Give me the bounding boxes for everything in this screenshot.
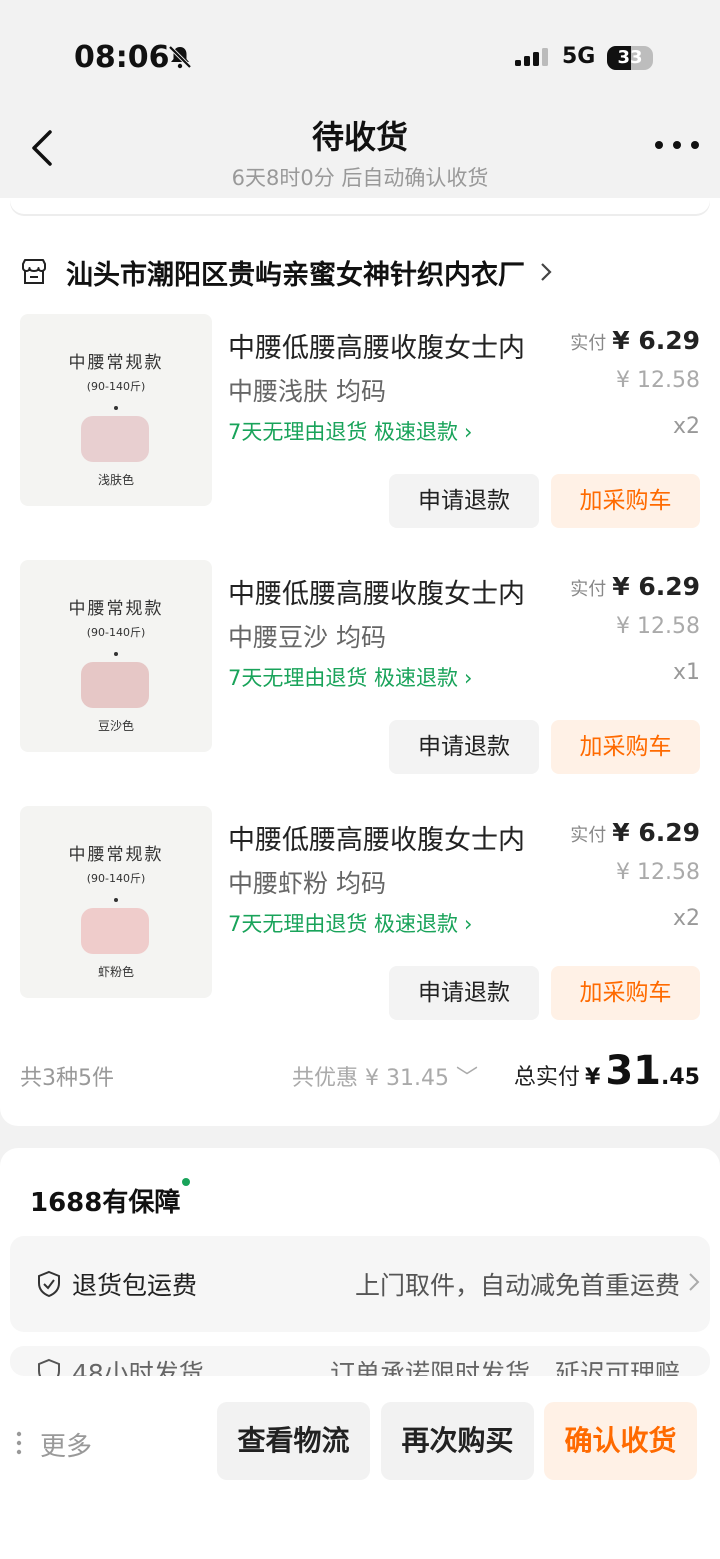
quantity: x2 bbox=[672, 906, 700, 931]
battery-icon: 33 bbox=[607, 46, 653, 70]
guarantee-row-free-return-shipping[interactable]: 退货包运费 上门取件，自动减免首重运费 bbox=[10, 1236, 710, 1332]
confirm-receipt-button[interactable]: 确认收货 bbox=[544, 1402, 697, 1480]
more-dots-icon[interactable] bbox=[16, 1430, 22, 1456]
buy-again-button[interactable]: 再次购买 bbox=[381, 1402, 534, 1480]
more-options-icon[interactable] bbox=[654, 138, 700, 152]
thumb-range: (90-140斤) bbox=[86, 872, 146, 885]
view-logistics-button[interactable]: 查看物流 bbox=[217, 1402, 370, 1480]
home-indicator-area bbox=[0, 1506, 720, 1559]
bottom-action-bar: 更多 查看物流 再次购买 确认收货 bbox=[0, 1376, 720, 1506]
more-button[interactable]: 更多 bbox=[40, 1426, 92, 1463]
chevron-down-icon: ﹀ bbox=[448, 1066, 478, 1091]
product-thumbnail[interactable]: 中腰常规款 (90-140斤) 浅肤色 bbox=[20, 314, 212, 506]
thumb-color: 虾粉色 bbox=[97, 965, 134, 979]
product-spec: 中腰浅肤 均码 bbox=[228, 377, 386, 406]
product-name[interactable]: 中腰低腰高腰收腹女士内 bbox=[228, 572, 525, 611]
guarantee-row-48h-shipping[interactable]: 48小时发货 订单承诺限时发货，延迟可理赔 bbox=[10, 1346, 710, 1376]
order-item[interactable]: 中腰常规款 (90-140斤) 虾粉色 中腰低腰高腰收腹女士内 中腰虾粉 均码 … bbox=[0, 806, 720, 1036]
battery-level: 33 bbox=[617, 47, 643, 68]
product-name[interactable]: 中腰低腰高腰收腹女士内 bbox=[228, 818, 525, 857]
request-refund-button[interactable]: 申请退款 bbox=[389, 720, 539, 774]
thumb-title: 中腰常规款 bbox=[68, 599, 164, 619]
product-spec: 中腰虾粉 均码 bbox=[228, 869, 386, 898]
thumb-color: 浅肤色 bbox=[97, 473, 134, 487]
product-thumbnail[interactable]: 中腰常规款 (90-140斤) 豆沙色 bbox=[20, 560, 212, 752]
guarantee-desc: 订单承诺限时发货，延迟可理赔 bbox=[329, 1359, 680, 1376]
guarantee-title: 1688有保障 bbox=[30, 1178, 191, 1219]
return-policy-tag[interactable]: 7天无理由退货 极速退款 › bbox=[228, 662, 472, 692]
color-swatch bbox=[81, 416, 149, 462]
color-swatch bbox=[81, 662, 149, 708]
paid-price: 实付 ¥ 6.29 bbox=[570, 818, 700, 847]
status-time: 08:06 bbox=[74, 40, 170, 75]
order-item[interactable]: 中腰常规款 (90-140斤) 浅肤色 中腰低腰高腰收腹女士内 中腰浅肤 均码 … bbox=[0, 314, 720, 544]
item-count: 共3种5件 bbox=[20, 1066, 114, 1091]
guarantee-desc: 上门取件，自动减免首重运费 bbox=[354, 1271, 680, 1300]
shield-check-icon bbox=[38, 1358, 60, 1376]
auto-confirm-countdown: 6天8时0分 后自动确认收货 bbox=[231, 166, 489, 190]
thumb-range: (90-140斤) bbox=[86, 626, 146, 639]
add-to-cart-button[interactable]: 加采购车 bbox=[551, 474, 700, 528]
paid-price: 实付 ¥ 6.29 bbox=[570, 326, 700, 355]
add-to-cart-button[interactable]: 加采购车 bbox=[551, 966, 700, 1020]
request-refund-button[interactable]: 申请退款 bbox=[389, 474, 539, 528]
return-policy-tag[interactable]: 7天无理由退货 极速退款 › bbox=[228, 416, 472, 446]
guarantee-label: 退货包运费 bbox=[72, 1271, 198, 1300]
paid-price: 实付 ¥ 6.29 bbox=[570, 572, 700, 601]
shield-check-icon bbox=[38, 1270, 60, 1298]
store-icon bbox=[22, 259, 46, 284]
color-swatch bbox=[81, 908, 149, 954]
shop-header[interactable]: 汕头市潮阳区贵屿亲蜜女神针织内衣厂 bbox=[20, 253, 553, 292]
chevron-right-icon bbox=[541, 263, 552, 281]
add-to-cart-button[interactable]: 加采购车 bbox=[551, 720, 700, 774]
quantity: x1 bbox=[672, 660, 700, 685]
original-price: ¥ 12.58 bbox=[616, 368, 700, 393]
guarantee-label: 48小时发货 bbox=[72, 1359, 204, 1376]
card-edge bbox=[10, 198, 710, 214]
discount-total[interactable]: 共优惠 ¥ 31.45 ﹀ bbox=[292, 1060, 478, 1092]
network-type: 5G bbox=[562, 44, 596, 69]
product-thumbnail[interactable]: 中腰常规款 (90-140斤) 虾粉色 bbox=[20, 806, 212, 998]
thumb-title: 中腰常规款 bbox=[68, 845, 164, 865]
chevron-right-icon bbox=[689, 1273, 700, 1291]
thumb-title: 中腰常规款 bbox=[68, 353, 164, 373]
return-policy-tag[interactable]: 7天无理由退货 极速退款 › bbox=[228, 908, 472, 938]
original-price: ¥ 12.58 bbox=[616, 860, 700, 885]
bell-muted-icon bbox=[168, 45, 192, 69]
thumb-range: (90-140斤) bbox=[86, 380, 146, 393]
order-summary: 共3种5件 共优惠 ¥ 31.45 ﹀ 总实付 ¥ 31.45 bbox=[20, 1048, 700, 1098]
original-price: ¥ 12.58 bbox=[616, 614, 700, 639]
page-title: 待收货 bbox=[311, 118, 408, 156]
quantity: x2 bbox=[672, 414, 700, 439]
order-item[interactable]: 中腰常规款 (90-140斤) 豆沙色 中腰低腰高腰收腹女士内 中腰豆沙 均码 … bbox=[0, 560, 720, 790]
total-paid: 总实付 ¥ 31.45 bbox=[513, 1048, 700, 1094]
signal-icon bbox=[515, 48, 548, 66]
thumb-color: 豆沙色 bbox=[97, 719, 134, 733]
request-refund-button[interactable]: 申请退款 bbox=[389, 966, 539, 1020]
product-spec: 中腰豆沙 均码 bbox=[228, 623, 386, 652]
product-name[interactable]: 中腰低腰高腰收腹女士内 bbox=[228, 326, 525, 365]
shop-name[interactable]: 汕头市潮阳区贵屿亲蜜女神针织内衣厂 bbox=[66, 253, 525, 292]
status-bar: 08:06 5G 33 bbox=[0, 0, 720, 100]
